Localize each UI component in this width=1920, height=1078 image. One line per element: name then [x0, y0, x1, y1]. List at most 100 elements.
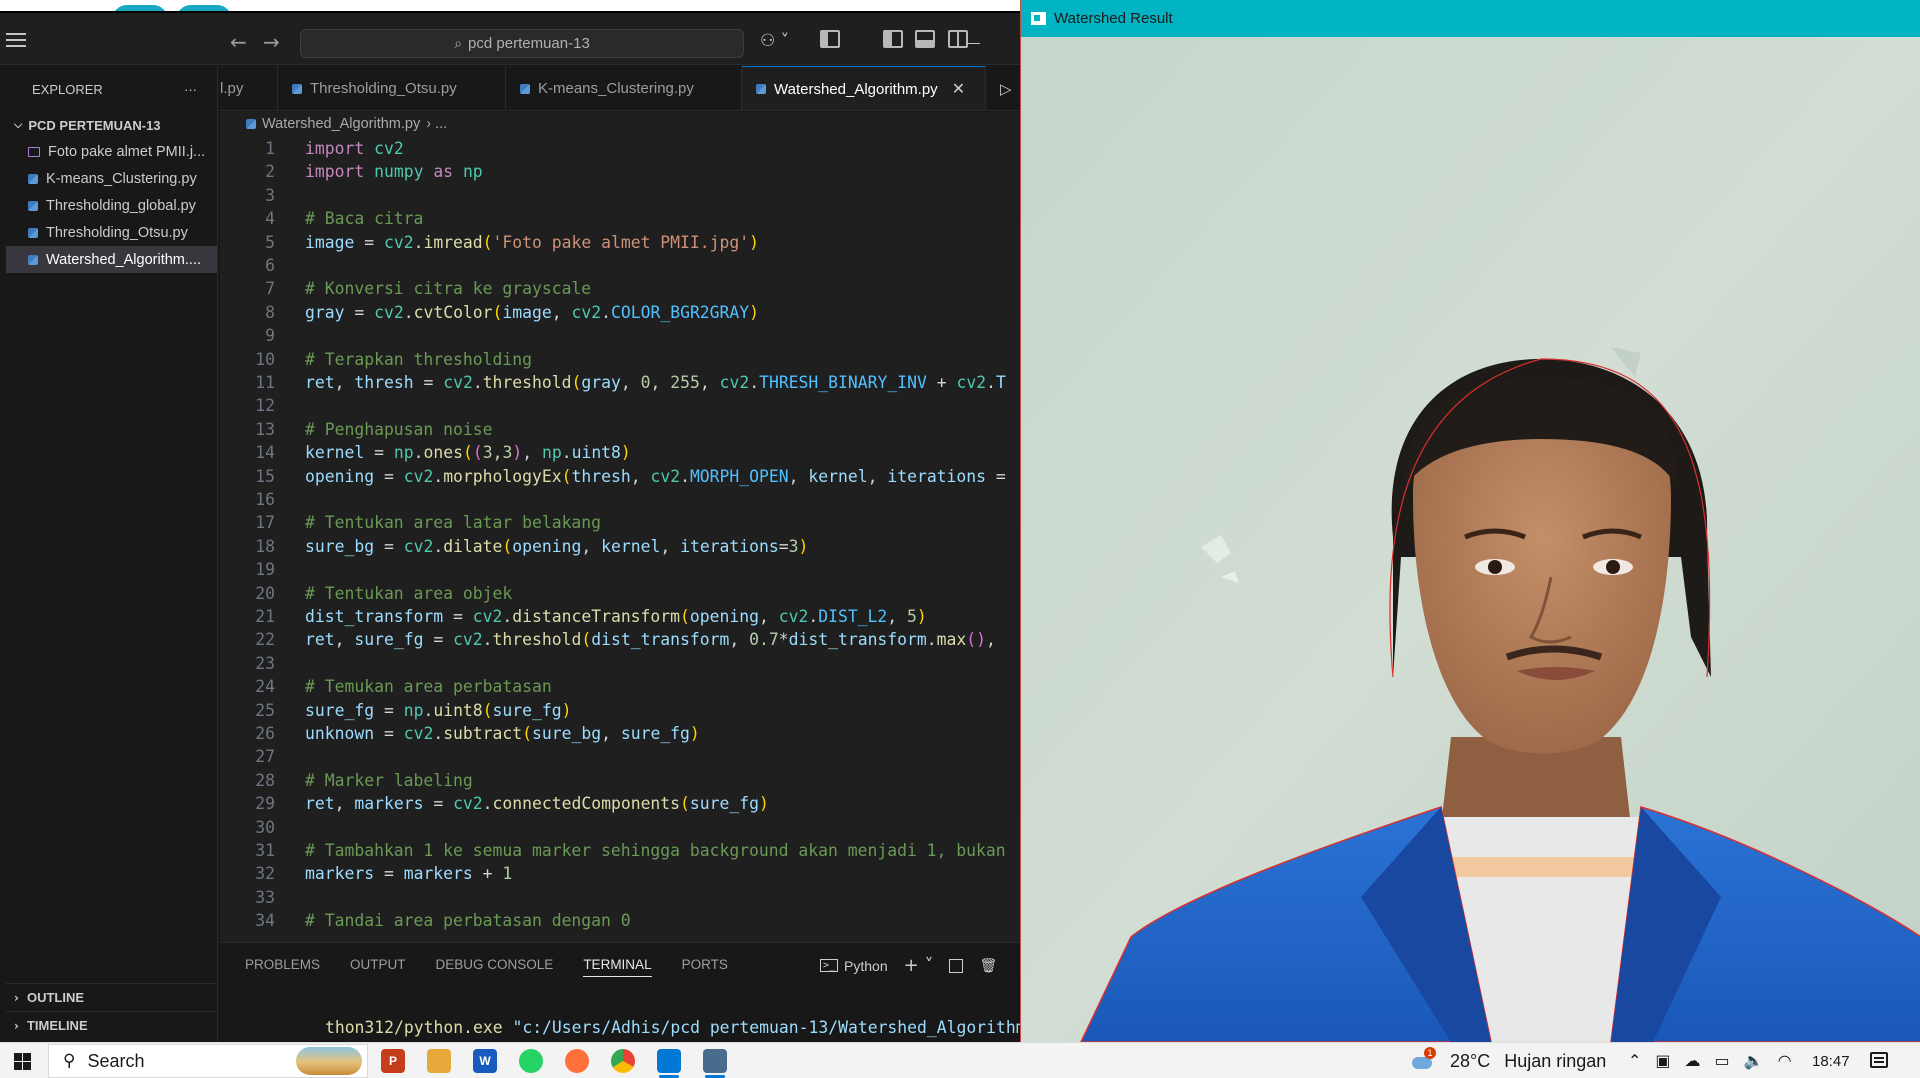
line-number: 30	[255, 817, 275, 837]
customize-layout-icon[interactable]	[820, 30, 840, 48]
whatsapp-icon[interactable]	[519, 1049, 543, 1073]
battery-icon[interactable]: ▭	[1715, 1051, 1730, 1070]
chevron-up-icon[interactable]: ⌃	[1628, 1051, 1641, 1070]
code-editor[interactable]: 1 import cv2 2 import numpy as np 3 4 # Baca c…	[220, 136, 1020, 942]
line-number: 12	[255, 396, 275, 416]
line-number: 3	[265, 185, 275, 205]
notification-icon[interactable]	[1870, 1052, 1888, 1068]
meet-icon[interactable]: ▣	[1655, 1051, 1670, 1070]
line-number: 33	[255, 887, 275, 907]
forward-arrow-icon[interactable]: →	[263, 30, 280, 54]
opencv-window-icon[interactable]	[703, 1049, 727, 1078]
tab-debug-console[interactable]: DEBUG CONSOLE	[436, 957, 554, 977]
line-number: 29	[255, 794, 275, 814]
more-actions-icon[interactable]: ···	[184, 82, 197, 97]
file-list: Foto pake almet PMII.j... K-means_Cluste…	[6, 138, 217, 273]
onedrive-icon[interactable]: ☁	[1685, 1051, 1701, 1070]
code-line: 26 unknown = cv2.subtract(sure_bg, sure_f…	[220, 722, 1020, 746]
word-icon[interactable]: W	[473, 1049, 497, 1073]
firefox-icon[interactable]	[565, 1049, 589, 1073]
folder-name: PCD PERTEMUAN-13	[28, 117, 161, 133]
tab-partial[interactable]: l.py	[220, 66, 278, 110]
timeline-section[interactable]: › TIMELINE	[6, 1011, 218, 1039]
tab-ports[interactable]: PORTS	[682, 957, 728, 977]
line-number: 13	[255, 419, 275, 439]
explorer-title: EXPLORER	[32, 81, 103, 97]
breadcrumb: Watershed_Algorithm.py › ...	[220, 112, 1020, 136]
line-code: gray = cv2.cvtColor(image, cv2.COLOR_BGR…	[305, 302, 760, 322]
new-terminal-icon[interactable]: + ˅	[904, 955, 934, 976]
line-code: ret, thresh = cv2.threshold(gray, 0, 255…	[305, 373, 1006, 392]
powerpoint-icon[interactable]: P	[381, 1049, 405, 1073]
folder-header[interactable]: ⌵ PCD PERTEMUAN-13	[6, 112, 217, 138]
line-number: 16	[255, 490, 275, 509]
line-number: 22	[255, 630, 275, 650]
toggle-panel-icon[interactable]	[915, 30, 935, 48]
chevron-right-icon: ›	[14, 990, 19, 1005]
line-number: 28	[255, 770, 275, 790]
code-line: 8 gray = cv2.cvtColor(image, cv2.COLOR_BG…	[220, 301, 1020, 325]
vscode-icon[interactable]	[657, 1049, 681, 1078]
line-number: 10	[255, 349, 275, 369]
watershed-title-bar[interactable]: Watershed Result	[1021, 0, 1920, 37]
wifi-icon[interactable]: ◠	[1778, 1051, 1792, 1070]
code-line: 27	[220, 745, 1020, 769]
back-arrow-icon[interactable]: ←	[230, 30, 247, 54]
tab-watershed-algorithm[interactable]: Watershed_Algorithm.py ✕	[742, 66, 986, 110]
line-number: 18	[255, 536, 275, 556]
explorer-sidebar: EXPLORER ··· ⌵ PCD PERTEMUAN-13 Foto pak…	[6, 66, 218, 1042]
menu-icon[interactable]	[6, 33, 26, 47]
tab-output[interactable]: OUTPUT	[350, 957, 406, 977]
volume-icon[interactable]: 🔈	[1744, 1051, 1764, 1070]
file-item[interactable]: Thresholding_Otsu.py	[6, 219, 217, 246]
run-icon[interactable]: ▷	[1000, 80, 1012, 98]
tab-problems[interactable]: PROBLEMS	[245, 957, 320, 977]
command-center-search[interactable]: ⌕ pcd pertemuan-13	[300, 29, 744, 58]
line-number: 23	[255, 653, 275, 673]
code-line: 22 ret, sure_fg = cv2.threshold(dist_tran…	[220, 628, 1020, 652]
windows-start-icon[interactable]	[14, 1053, 31, 1070]
line-number: 34	[255, 911, 275, 931]
clock[interactable]: 18:47	[1812, 1053, 1850, 1070]
tab-thresholding-otsu[interactable]: Thresholding_Otsu.py	[278, 66, 506, 110]
desktop: ← → ⌕ pcd pertemuan-13 ⚇ ˅ EXPLORER ··· …	[0, 0, 1920, 1078]
explorer-header: EXPLORER ···	[6, 66, 217, 112]
line-code: # Tentukan area latar belakang	[305, 513, 602, 533]
split-terminal-icon[interactable]	[949, 958, 964, 973]
line-code: ret, sure_fg = cv2.threshold(dist_transf…	[305, 630, 996, 650]
trash-icon[interactable]: 🗑	[979, 958, 997, 974]
line-code: # Tambahkan 1 ke semua marker sehingga b…	[305, 841, 1006, 860]
line-number: 21	[255, 607, 275, 626]
terminal-profile[interactable]: Python	[844, 958, 888, 974]
background-window-strip	[0, 0, 1020, 13]
breadcrumb-file[interactable]: Watershed_Algorithm.py	[262, 116, 420, 132]
line-number: 20	[255, 583, 275, 603]
line-number: 15	[255, 466, 275, 486]
minimize-button[interactable]	[966, 43, 980, 44]
system-tray: ⌃ ▣ ☁ ▭ 🔈 ◠	[1628, 1051, 1792, 1070]
line-code: kernel = np.ones((3,3), np.uint8)	[305, 443, 631, 463]
search-icon: ⚲	[63, 1051, 76, 1071]
close-icon[interactable]: ✕	[952, 79, 965, 99]
tab-label: K-means_Clustering.py	[538, 80, 694, 97]
toggle-secondary-sidebar-icon[interactable]	[948, 30, 968, 48]
file-item[interactable]: Thresholding_global.py	[6, 192, 217, 219]
python-file-icon	[520, 83, 530, 94]
weather-widget[interactable]: 1 28°C Hujan ringan	[1410, 1043, 1606, 1078]
chrome-icon[interactable]	[611, 1049, 635, 1073]
toggle-sidebar-icon[interactable]	[883, 30, 903, 48]
file-item[interactable]: Foto pake almet PMII.j...	[6, 138, 217, 165]
line-code: sure_bg = cv2.dilate(opening, kernel, it…	[305, 536, 809, 556]
tab-kmeans-clustering[interactable]: K-means_Clustering.py	[506, 66, 742, 110]
line-code: # Marker labeling	[305, 770, 473, 790]
file-name: K-means_Clustering.py	[46, 170, 197, 187]
search-icon: ⌕	[454, 35, 463, 52]
weather-temp: 28°C	[1450, 1050, 1491, 1071]
file-explorer-icon[interactable]	[427, 1049, 451, 1073]
title-bar: ← → ⌕ pcd pertemuan-13 ⚇ ˅	[0, 13, 1020, 65]
file-item[interactable]: K-means_Clustering.py	[6, 165, 217, 192]
tab-terminal[interactable]: TERMINAL	[583, 957, 652, 977]
file-item-active[interactable]: Watershed_Algorithm....	[6, 246, 217, 273]
outline-section[interactable]: › OUTLINE	[6, 983, 218, 1011]
copilot-icon[interactable]: ⚇ ˅	[760, 31, 789, 51]
